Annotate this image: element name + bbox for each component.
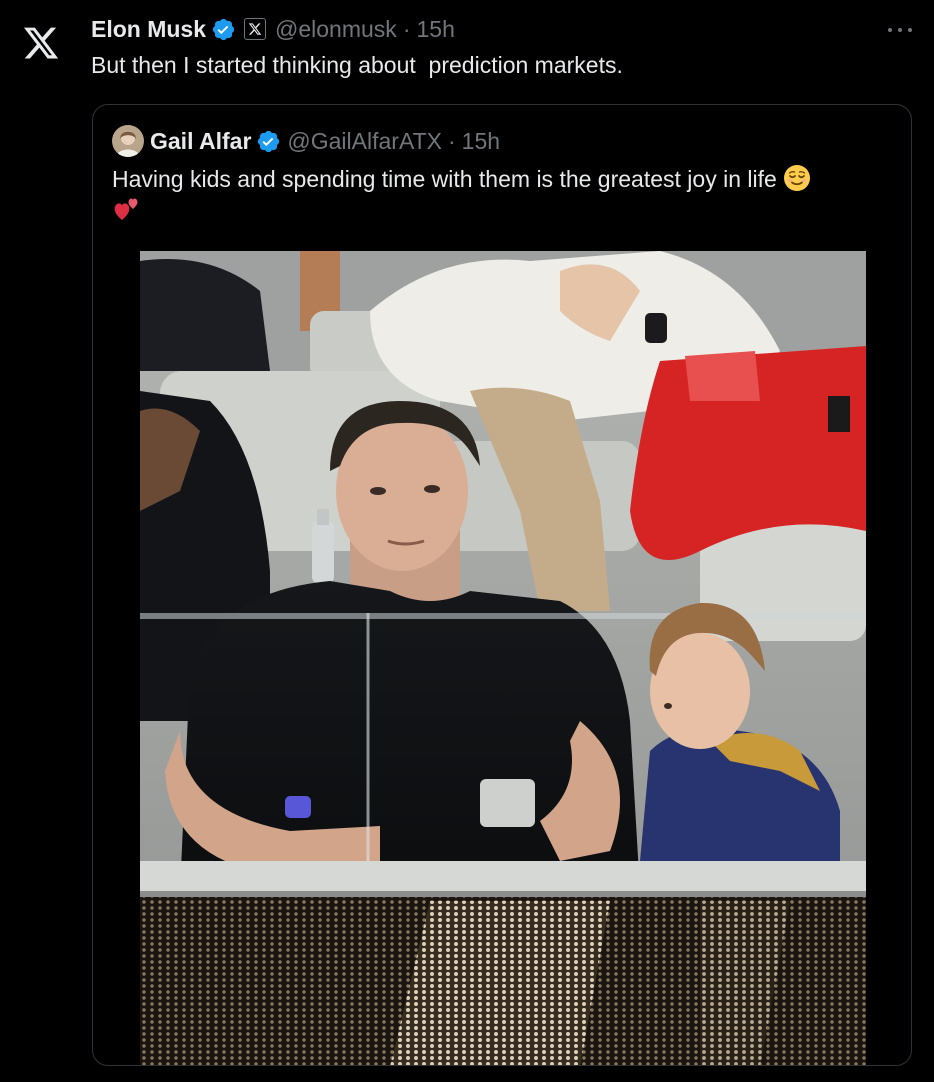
tweet-text: But then I started thinking about predic… [91, 52, 623, 78]
author-handle[interactable]: @elonmusk [275, 16, 397, 43]
relieved-face-emoji-icon [784, 165, 811, 191]
more-dot [888, 28, 892, 32]
quoted-timestamp[interactable]: 15h [462, 128, 500, 155]
avatar[interactable] [112, 125, 144, 157]
quoted-tweet-header: Gail Alfar @GailAlfarATX · 15h [112, 125, 500, 157]
quoted-tweet-card[interactable]: Gail Alfar @GailAlfarATX · 15h Having ki… [92, 104, 912, 1066]
x-logo-icon[interactable] [22, 24, 60, 62]
more-dot [898, 28, 902, 32]
separator-dot: · [447, 127, 456, 154]
quoted-tweet-text: Having kids and spending time with them … [112, 164, 902, 224]
author-name[interactable]: Elon Musk [91, 16, 206, 43]
verified-badge-icon[interactable] [256, 129, 281, 154]
verified-badge-icon[interactable] [211, 17, 236, 42]
quoted-author-handle[interactable]: @GailAlfarATX [287, 128, 442, 155]
timestamp[interactable]: 15h [416, 16, 454, 43]
separator-dot: · [402, 15, 411, 42]
more-options-icon[interactable] [884, 18, 916, 42]
more-dot [908, 28, 912, 32]
two-hearts-emoji-icon [114, 198, 138, 220]
tweet-header: Elon Musk @elonmusk · 15h [91, 14, 455, 44]
x-affiliate-badge-icon[interactable] [244, 18, 267, 40]
photo-man-and-child-in-stadium-suite [140, 251, 866, 1065]
quoted-tweet-text-body: Having kids and spending time with them … [112, 166, 777, 192]
quoted-tweet-photo[interactable] [140, 251, 866, 1065]
quoted-author-name[interactable]: Gail Alfar [150, 128, 251, 155]
